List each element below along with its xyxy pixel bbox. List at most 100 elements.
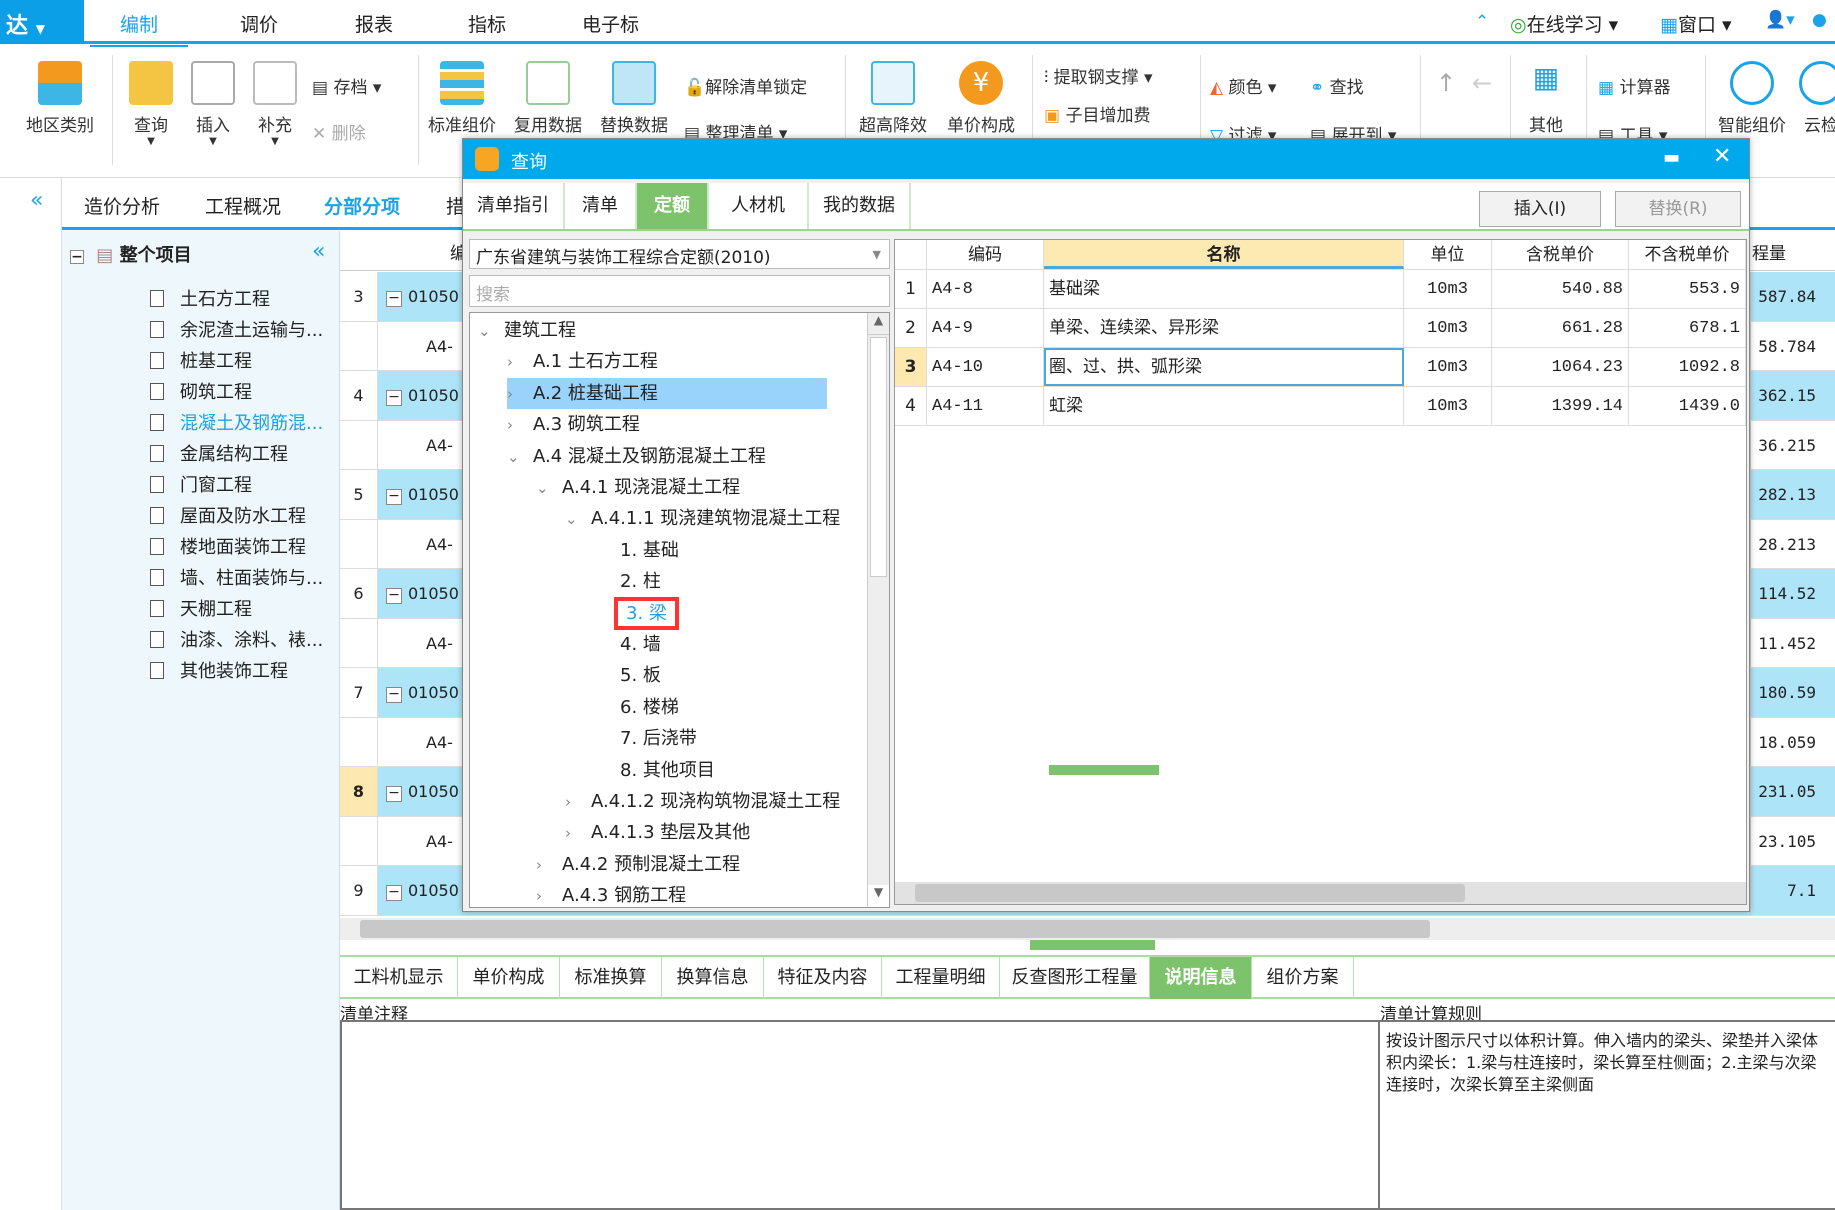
dialog-tab[interactable]: 定额 [637,183,709,229]
tree-node[interactable]: › A.1 土石方工程 [507,346,658,377]
collapse-icon[interactable]: − [386,291,402,307]
tree-node[interactable]: › A.4.2 预制混凝土工程 [536,849,740,880]
tree-node[interactable]: 4. 墙 [594,629,661,660]
tree-node[interactable]: › A.3 砌筑工程 [507,409,640,440]
chevron-down-icon[interactable]: ⌄ [536,473,562,504]
dialog-tab[interactable]: 我的数据 [809,183,911,229]
tree-node[interactable]: › A.4.3 钢筋工程 [536,880,686,907]
tree-node[interactable]: › A.4.1.2 现浇构筑物混凝土工程 [565,786,840,817]
collapse-icon[interactable]: − [386,489,402,505]
menu-tab-report[interactable]: 报表 [355,10,393,37]
cloud-check-button[interactable]: 云检 [1796,47,1835,136]
window-menu-button[interactable]: ▦窗口 ▾ [1660,10,1732,37]
project-tree-item[interactable]: 天棚工程 [150,595,252,621]
mascot-icon[interactable]: ● [1812,10,1827,30]
unit-price-button[interactable]: ¥ 单价构成 [943,47,1019,136]
scroll-thumb[interactable] [360,920,1430,938]
smart-pricing-button[interactable]: 智能组价 [1712,47,1792,136]
project-tree-item[interactable]: 楼地面装饰工程 [150,533,306,559]
table-horizontal-scrollbar[interactable] [895,882,1746,904]
collapse-icon[interactable]: − [386,588,402,604]
project-tree-item[interactable]: 砌筑工程 [150,378,252,404]
detail-tab[interactable]: 单价构成 [458,957,560,999]
tree-vertical-scrollbar[interactable]: ▲ ▼ [867,313,889,907]
chevron-down-icon[interactable]: ⌄ [565,504,591,535]
project-tree-item[interactable]: 余泥渣土运输与... [150,316,323,342]
tree-node[interactable]: ⌄ A.4.1.1 现浇建筑物混凝土工程 [565,503,840,534]
extract-steel-button[interactable]: ⫶ 提取钢支撑 ▾ [1044,63,1153,88]
tree-node[interactable]: 3. 梁 [594,596,679,630]
tree-node[interactable]: 1. 基础 [594,535,679,566]
collapse-icon[interactable]: − [70,250,84,264]
collapse-icon[interactable]: − [386,786,402,802]
menu-tab-ebid[interactable]: 电子标 [582,10,639,37]
chevron-right-icon[interactable]: › [536,881,562,907]
color-button[interactable]: ◭ 颜色 ▾ [1210,73,1276,98]
table-row[interactable]: 3 A4-10 圈、过、拱、弧形梁 10m3 1064.23 1092.8 [895,348,1746,387]
region-category-button[interactable]: 地区类别 [20,47,100,136]
detail-tab[interactable]: 组价方案 [1252,957,1354,999]
collapse-icon[interactable]: − [386,885,402,901]
tree-node[interactable]: ⌄ A.4 混凝土及钢筋混凝土工程 [507,441,766,472]
splitter-handle[interactable] [1030,940,1155,950]
chevron-right-icon[interactable]: › [565,787,591,818]
other-button[interactable]: ▦ 其他 [1516,47,1576,136]
chevron-down-icon[interactable]: ⌄ [478,316,504,347]
unlock-list-button[interactable]: 🔓解除清单锁定 [684,73,807,98]
project-tree-item[interactable]: 屋面及防水工程 [150,502,306,528]
standard-pricing-button[interactable]: 标准组价 [424,47,500,136]
query-button[interactable]: 查询 ▼ [122,47,180,147]
insert-button[interactable]: 插入(I) [1479,191,1601,227]
menu-tab-edit[interactable]: 编制 [90,10,189,48]
library-select[interactable]: 广东省建筑与装饰工程综合定额(2010) ▼ [469,239,890,269]
project-tree-item[interactable]: 金属结构工程 [150,440,288,466]
tree-node[interactable]: › A.4.1.3 垫层及其他 [565,817,750,848]
chevron-right-icon[interactable]: › [565,818,591,849]
tree-node[interactable]: ⌄ 建筑工程 [478,315,576,346]
detail-tab[interactable]: 反查图形工程量 [1000,957,1150,999]
tree-node[interactable]: › A.2 桩基础工程 [507,377,827,410]
project-tree-item[interactable]: 混凝土及钢筋混... [150,409,323,435]
dialog-title-bar[interactable]: 查询 ▬ ✕ [463,139,1749,179]
replace-button[interactable]: 替换(R) [1615,191,1741,227]
grid-horizontal-scrollbar[interactable] [340,918,1835,940]
supplement-button[interactable]: 补充 ▼ [246,47,304,147]
replace-data-button[interactable]: 替换数据 [596,47,672,136]
move-left-icon[interactable]: ← [1472,69,1492,97]
detail-tab[interactable]: 工料机显示 [340,957,458,999]
project-tree-item[interactable]: 墙、柱面装饰与... [150,564,323,590]
insert-button[interactable]: 插入 ▼ [184,47,242,147]
tree-node[interactable]: 8. 其他项目 [594,755,715,786]
collapse-icon[interactable]: − [386,390,402,406]
tree-node[interactable]: 7. 后浇带 [594,723,697,754]
project-tree-item[interactable]: 油漆、涂料、裱... [150,626,323,652]
move-up-icon[interactable]: ↑ [1436,69,1456,97]
project-tree-item[interactable]: 其他装饰工程 [150,657,288,683]
tab-cost-analysis[interactable]: 造价分析 [84,192,160,219]
chevron-right-icon[interactable]: › [507,379,533,410]
list-notes-box[interactable] [340,1020,1380,1210]
detail-tab[interactable]: 工程量明细 [882,957,1000,999]
maximize-icon[interactable]: ▬ [1663,147,1680,168]
calculator-button[interactable]: ▦ 计算器 [1598,73,1670,98]
scroll-thumb[interactable] [870,337,887,577]
chevron-down-icon[interactable]: ⌄ [507,442,533,473]
collapse-nav-icon[interactable]: « [30,188,43,213]
app-menu-button[interactable]: 达 ▼ [0,0,84,44]
calc-rules-box[interactable]: 按设计图示尺寸以体积计算。伸入墙内的梁头、梁垫并入梁体积内梁长：1.梁与柱连接时… [1378,1020,1835,1210]
detail-tab[interactable]: 换算信息 [662,957,764,999]
tree-root[interactable]: − ▤ 整个项目 [70,241,192,267]
tab-sub-items[interactable]: 分部分项 [324,192,400,219]
table-row[interactable]: 4 A4-11 虹梁 10m3 1399.14 1439.0 [895,387,1746,426]
close-icon[interactable]: ✕ [1713,144,1731,169]
archive-button[interactable]: ▤ 存档 ▾ [312,73,381,98]
detail-tab[interactable]: 标准换算 [560,957,662,999]
scroll-thumb[interactable] [915,884,1465,902]
detail-tab[interactable]: 说明信息 [1150,957,1252,999]
table-row[interactable]: 2 A4-9 单梁、连续梁、异形梁 10m3 661.28 678.1 [895,309,1746,348]
detail-tab[interactable]: 特征及内容 [764,957,882,999]
search-input[interactable]: 搜索 [469,275,890,307]
dialog-tab[interactable]: 人材机 [709,183,809,229]
chevron-right-icon[interactable]: › [507,347,533,378]
tree-node[interactable]: 5. 板 [594,660,661,691]
